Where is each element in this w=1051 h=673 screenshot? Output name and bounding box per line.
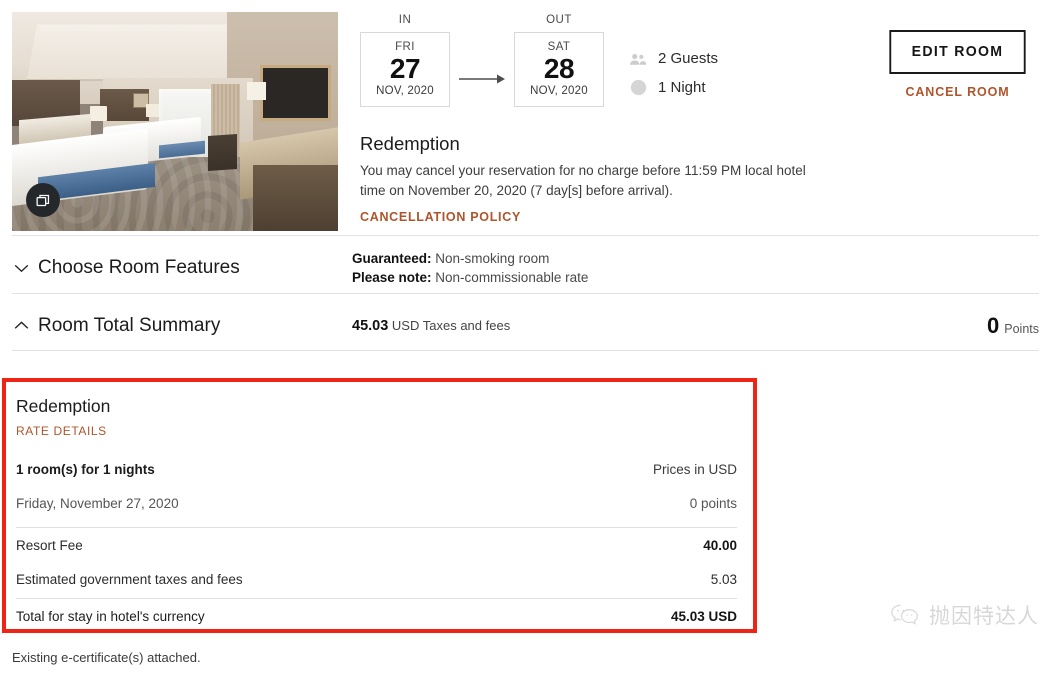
check-out-day: 28 — [543, 53, 575, 84]
date-arrow-icon — [450, 32, 514, 126]
check-in-block: IN FRI 27 NOV, 2020 — [360, 14, 450, 108]
nights-row: 1 Night — [628, 73, 718, 102]
room-total-summary-title: Room Total Summary — [38, 314, 221, 336]
guaranteed-value: Non-smoking room — [435, 250, 550, 266]
stay-date-label: Friday, November 27, 2020 — [16, 496, 179, 511]
cancellation-text: You may cancel your reservation for no c… — [360, 163, 806, 198]
chevron-down-icon — [12, 259, 30, 277]
room-actions: EDIT ROOM CANCEL ROOM — [885, 30, 1030, 99]
rooms-nights-row: 1 room(s) for 1 nights Prices in USD — [16, 452, 737, 486]
fee-label: Resort Fee — [16, 538, 83, 553]
chevron-up-icon — [12, 317, 30, 335]
room-features-note: Guaranteed: Non-smoking room Please note… — [352, 249, 588, 287]
cancel-room-link[interactable]: CANCEL ROOM — [885, 85, 1030, 99]
please-note-value: Non-commissionable rate — [435, 270, 589, 285]
moon-icon — [628, 78, 648, 98]
edit-room-button[interactable]: EDIT ROOM — [889, 30, 1026, 74]
nights-text: 1 Night — [658, 79, 706, 96]
choose-room-features-row: Choose Room Features Guaranteed: Non-smo… — [12, 243, 1039, 293]
rate-details-title: Redemption — [16, 396, 111, 416]
guests-text: 2 Guests — [658, 50, 719, 67]
table-row: Estimated government taxes and fees 5.03 — [16, 562, 737, 596]
check-out-block: OUT SAT 28 NOV, 2020 — [514, 14, 604, 108]
room-photo-art — [12, 12, 338, 231]
fee-value: 40.00 — [703, 538, 737, 553]
prices-in-currency: Prices in USD — [652, 462, 737, 477]
room-photo[interactable] — [12, 12, 338, 231]
total-value: 45.03 USD — [670, 609, 737, 624]
rate-details-box: Redemption RATE DETAILS 1 room(s) for 1 … — [2, 378, 757, 633]
people-icon — [628, 49, 648, 69]
room-summary-block: IN FRI 27 NOV, 2020 OUT SAT 28 NOV, 2020… — [0, 0, 1051, 235]
occupancy-info: 2 Guests 1 Night — [628, 44, 718, 102]
summary-points-label: Points — [1004, 321, 1039, 336]
check-in-day: 27 — [389, 53, 421, 84]
choose-room-features-title: Choose Room Features — [38, 257, 240, 278]
stay-date-points: 0 points — [689, 496, 737, 511]
stay-dates: IN FRI 27 NOV, 2020 OUT SAT 28 NOV, 2020 — [360, 14, 604, 126]
summary-amount-value: 45.03 — [352, 317, 389, 334]
guaranteed-label: Guaranteed: — [352, 250, 432, 266]
summary-amount: 45.03 USD Taxes and fees — [352, 318, 510, 334]
check-out-month-year: NOV, 2020 — [530, 85, 588, 98]
watermark-text: 抛因特达人 — [929, 604, 1039, 628]
choose-room-features-toggle[interactable]: Choose Room Features — [12, 257, 352, 279]
check-in-card: FRI 27 NOV, 2020 — [360, 32, 450, 108]
redemption-title: Redemption — [360, 133, 460, 154]
watermark: 抛因特达人 — [890, 600, 1039, 630]
summary-points: 0 Points — [987, 313, 1039, 339]
room-total-summary-row: Room Total Summary 45.03 USD Taxes and f… — [12, 301, 1039, 350]
check-in-month-year: NOV, 2020 — [376, 85, 434, 98]
please-note-label: Please note: — [352, 270, 432, 285]
divider-middle — [12, 293, 1039, 294]
guests-row: 2 Guests — [628, 44, 718, 73]
rate-details-link[interactable]: RATE DETAILS — [16, 424, 107, 438]
redemption-info: Redemption You may cancel your reservati… — [360, 133, 830, 226]
summary-amount-suffix: USD Taxes and fees — [391, 317, 511, 333]
divider-bottom — [12, 350, 1039, 351]
table-row: Resort Fee 40.00 — [16, 528, 737, 562]
check-out-dow: SAT — [547, 41, 571, 53]
ecertificate-note: Existing e-certificate(s) attached. — [12, 650, 201, 665]
room-total-summary-toggle[interactable]: Room Total Summary — [12, 315, 352, 337]
summary-points-value: 0 — [987, 312, 1000, 338]
total-label: Total for stay in hotel's currency — [16, 609, 205, 624]
stay-date-row: Friday, November 27, 2020 0 points — [16, 486, 737, 520]
tax-value: 5.03 — [710, 572, 737, 587]
rooms-nights-label: 1 room(s) for 1 nights — [16, 462, 155, 477]
check-in-dow: FRI — [395, 41, 415, 53]
check-out-card: SAT 28 NOV, 2020 — [514, 32, 604, 108]
booking-room-panel: IN FRI 27 NOV, 2020 OUT SAT 28 NOV, 2020… — [0, 0, 1051, 673]
divider-top — [12, 235, 1039, 236]
check-out-label: OUT — [546, 14, 572, 26]
check-in-label: IN — [398, 14, 412, 26]
photo-stack-icon[interactable] — [26, 183, 60, 217]
total-row: Total for stay in hotel's currency 45.03… — [16, 599, 737, 633]
wechat-icon — [890, 602, 920, 628]
tax-label: Estimated government taxes and fees — [16, 572, 243, 587]
cancellation-policy-link[interactable]: CANCELLATION POLICY — [360, 210, 521, 224]
